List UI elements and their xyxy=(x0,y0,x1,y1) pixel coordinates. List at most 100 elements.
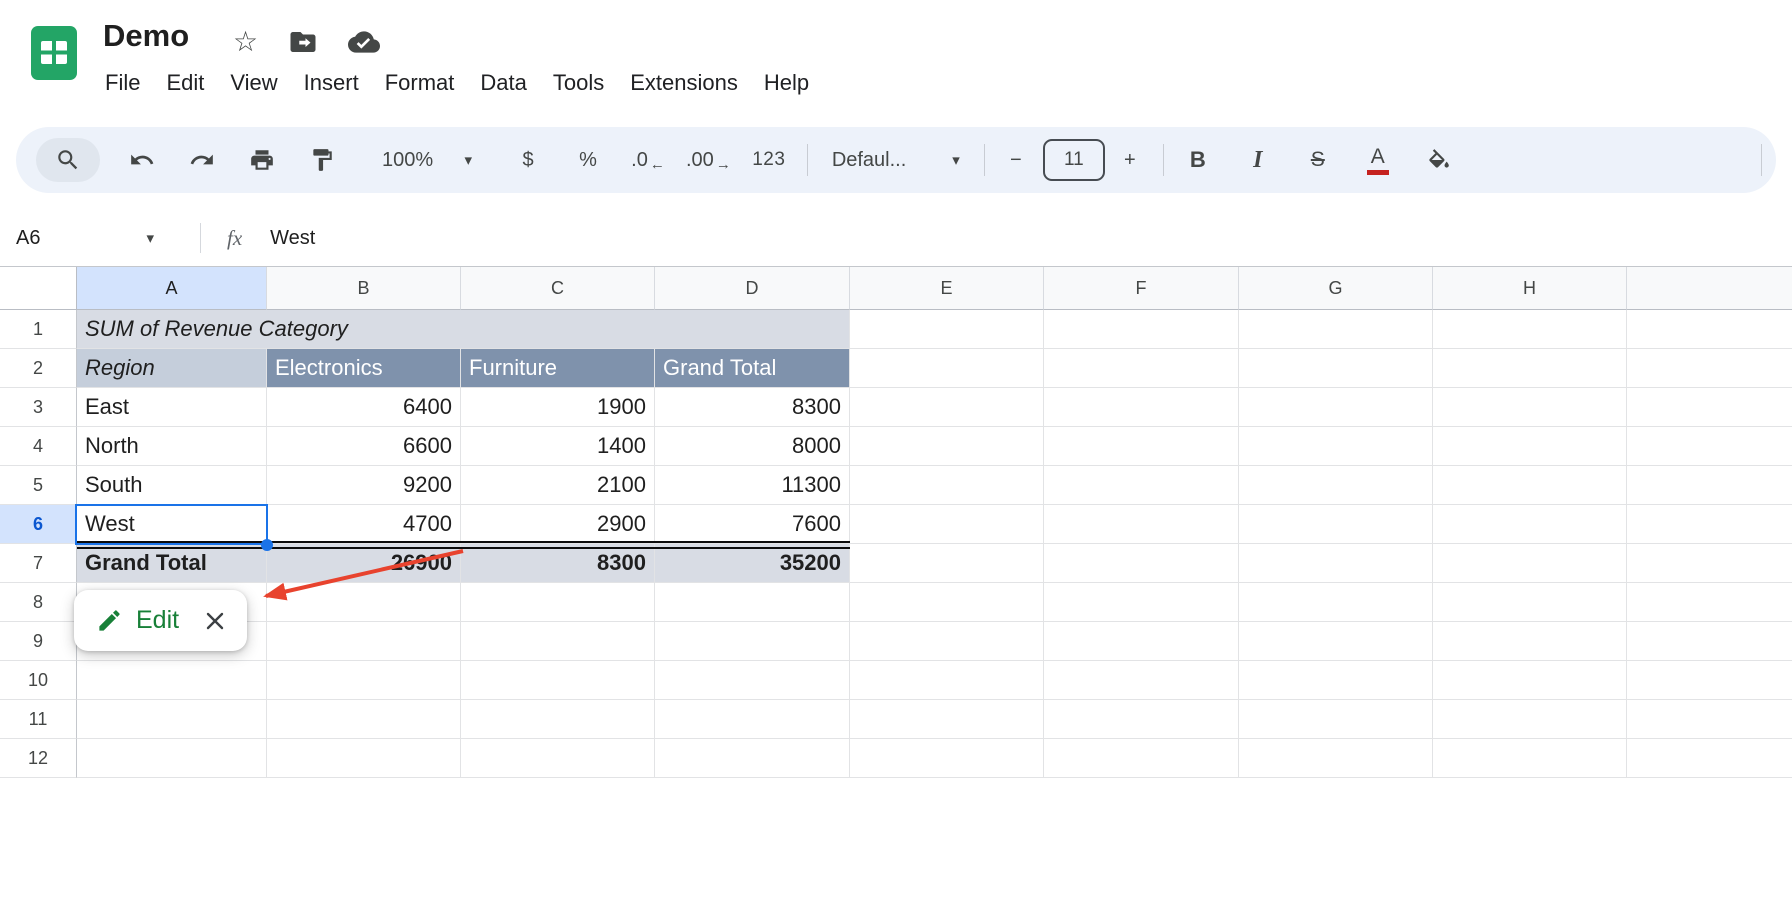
cell[interactable] xyxy=(1239,388,1433,427)
cell-d7[interactable]: 35200 xyxy=(655,544,850,583)
more-formats-button[interactable]: 123 xyxy=(747,138,791,182)
cell[interactable] xyxy=(850,427,1044,466)
cell[interactable] xyxy=(850,739,1044,778)
sheets-logo[interactable] xyxy=(28,24,80,82)
cell[interactable] xyxy=(1239,661,1433,700)
document-title[interactable]: Demo xyxy=(103,18,189,54)
cell[interactable] xyxy=(267,583,461,622)
cell-b2-electronics-header[interactable]: Electronics xyxy=(267,349,461,388)
row-header-2[interactable]: 2 xyxy=(0,349,77,388)
cell[interactable] xyxy=(1239,505,1433,544)
cell-a1-pivot-title[interactable]: SUM of Revenue Category xyxy=(77,310,850,349)
cell[interactable] xyxy=(267,700,461,739)
select-all-corner[interactable] xyxy=(0,267,77,310)
cell[interactable] xyxy=(461,583,655,622)
cell[interactable] xyxy=(1239,700,1433,739)
cell-b4[interactable]: 6600 xyxy=(267,427,461,466)
cell[interactable] xyxy=(1627,388,1792,427)
cell[interactable] xyxy=(655,700,850,739)
cell[interactable] xyxy=(1627,310,1792,349)
cell[interactable] xyxy=(850,505,1044,544)
cell-a4[interactable]: North xyxy=(77,427,267,466)
decrease-decimal-button[interactable]: .0 ← xyxy=(626,138,670,182)
cell[interactable] xyxy=(850,622,1044,661)
row-header-7[interactable]: 7 xyxy=(0,544,77,583)
cell[interactable] xyxy=(461,661,655,700)
cell[interactable] xyxy=(1627,700,1792,739)
cell[interactable] xyxy=(461,622,655,661)
cloud-status-icon[interactable] xyxy=(348,26,381,58)
cell[interactable] xyxy=(1239,466,1433,505)
cell[interactable] xyxy=(850,388,1044,427)
row-header-11[interactable]: 11 xyxy=(0,700,77,739)
cell[interactable] xyxy=(1627,739,1792,778)
cell[interactable] xyxy=(850,544,1044,583)
cell[interactable] xyxy=(1044,466,1239,505)
cell[interactable] xyxy=(1044,661,1239,700)
menu-help[interactable]: Help xyxy=(751,64,822,102)
font-select[interactable]: Defaul... ▾ xyxy=(820,138,972,182)
strikethrough-button[interactable]: S xyxy=(1296,138,1340,182)
cell[interactable] xyxy=(1627,505,1792,544)
cell[interactable] xyxy=(1433,466,1627,505)
cell[interactable] xyxy=(1433,622,1627,661)
column-header-h[interactable]: H xyxy=(1433,267,1627,310)
format-percent-button[interactable]: % xyxy=(566,138,610,182)
cell[interactable] xyxy=(1044,700,1239,739)
cell[interactable] xyxy=(1433,583,1627,622)
cell-b5[interactable]: 9200 xyxy=(267,466,461,505)
cell-a3[interactable]: East xyxy=(77,388,267,427)
cell[interactable] xyxy=(1433,700,1627,739)
cell-d5[interactable]: 11300 xyxy=(655,466,850,505)
cell-c2-furniture-header[interactable]: Furniture xyxy=(461,349,655,388)
cell-c7[interactable]: 8300 xyxy=(461,544,655,583)
cell-d4[interactable]: 8000 xyxy=(655,427,850,466)
row-header-8[interactable]: 8 xyxy=(0,583,77,622)
cell[interactable] xyxy=(1044,739,1239,778)
cell-c6[interactable]: 2900 xyxy=(461,505,655,544)
cell[interactable] xyxy=(1627,466,1792,505)
name-box[interactable]: A6 ▾ xyxy=(0,227,168,250)
increase-decimal-button[interactable]: .00 → xyxy=(686,138,731,182)
column-header-f[interactable]: F xyxy=(1044,267,1239,310)
fill-color-icon[interactable] xyxy=(1416,138,1460,182)
menu-extensions[interactable]: Extensions xyxy=(617,64,751,102)
column-header-c[interactable]: C xyxy=(461,267,655,310)
cell[interactable] xyxy=(461,739,655,778)
row-header-3[interactable]: 3 xyxy=(0,388,77,427)
cell-b7[interactable]: 26900 xyxy=(267,544,461,583)
row-header-12[interactable]: 12 xyxy=(0,739,77,778)
cell[interactable] xyxy=(1044,505,1239,544)
cell[interactable] xyxy=(1433,349,1627,388)
row-header-5[interactable]: 5 xyxy=(0,466,77,505)
cell[interactable] xyxy=(850,466,1044,505)
cell[interactable] xyxy=(1239,310,1433,349)
cell[interactable] xyxy=(1239,544,1433,583)
cell[interactable] xyxy=(850,661,1044,700)
increase-font-size-button[interactable]: + xyxy=(1111,138,1149,182)
cell[interactable] xyxy=(1627,622,1792,661)
cell[interactable] xyxy=(1044,388,1239,427)
row-header-6[interactable]: 6 xyxy=(0,505,77,544)
row-header-10[interactable]: 10 xyxy=(0,661,77,700)
cell[interactable] xyxy=(1627,427,1792,466)
cell[interactable] xyxy=(1239,739,1433,778)
star-icon[interactable]: ☆ xyxy=(233,28,258,56)
cell[interactable] xyxy=(267,739,461,778)
cell[interactable] xyxy=(655,583,850,622)
cell-a2-region[interactable]: Region xyxy=(77,349,267,388)
cell-d6[interactable]: 7600 xyxy=(655,505,850,544)
cell[interactable] xyxy=(1433,505,1627,544)
cell[interactable] xyxy=(1627,544,1792,583)
cell[interactable] xyxy=(1044,310,1239,349)
zoom-select[interactable]: 100% ▾ xyxy=(374,138,480,182)
cell[interactable] xyxy=(1627,349,1792,388)
cell[interactable] xyxy=(1239,583,1433,622)
cell[interactable] xyxy=(267,622,461,661)
fill-handle[interactable] xyxy=(261,539,273,551)
italic-button[interactable]: I xyxy=(1236,138,1280,182)
cell[interactable] xyxy=(1433,661,1627,700)
column-header-d[interactable]: D xyxy=(655,267,850,310)
cell-a6-selected[interactable]: West xyxy=(77,505,267,544)
bold-button[interactable]: B xyxy=(1176,138,1220,182)
